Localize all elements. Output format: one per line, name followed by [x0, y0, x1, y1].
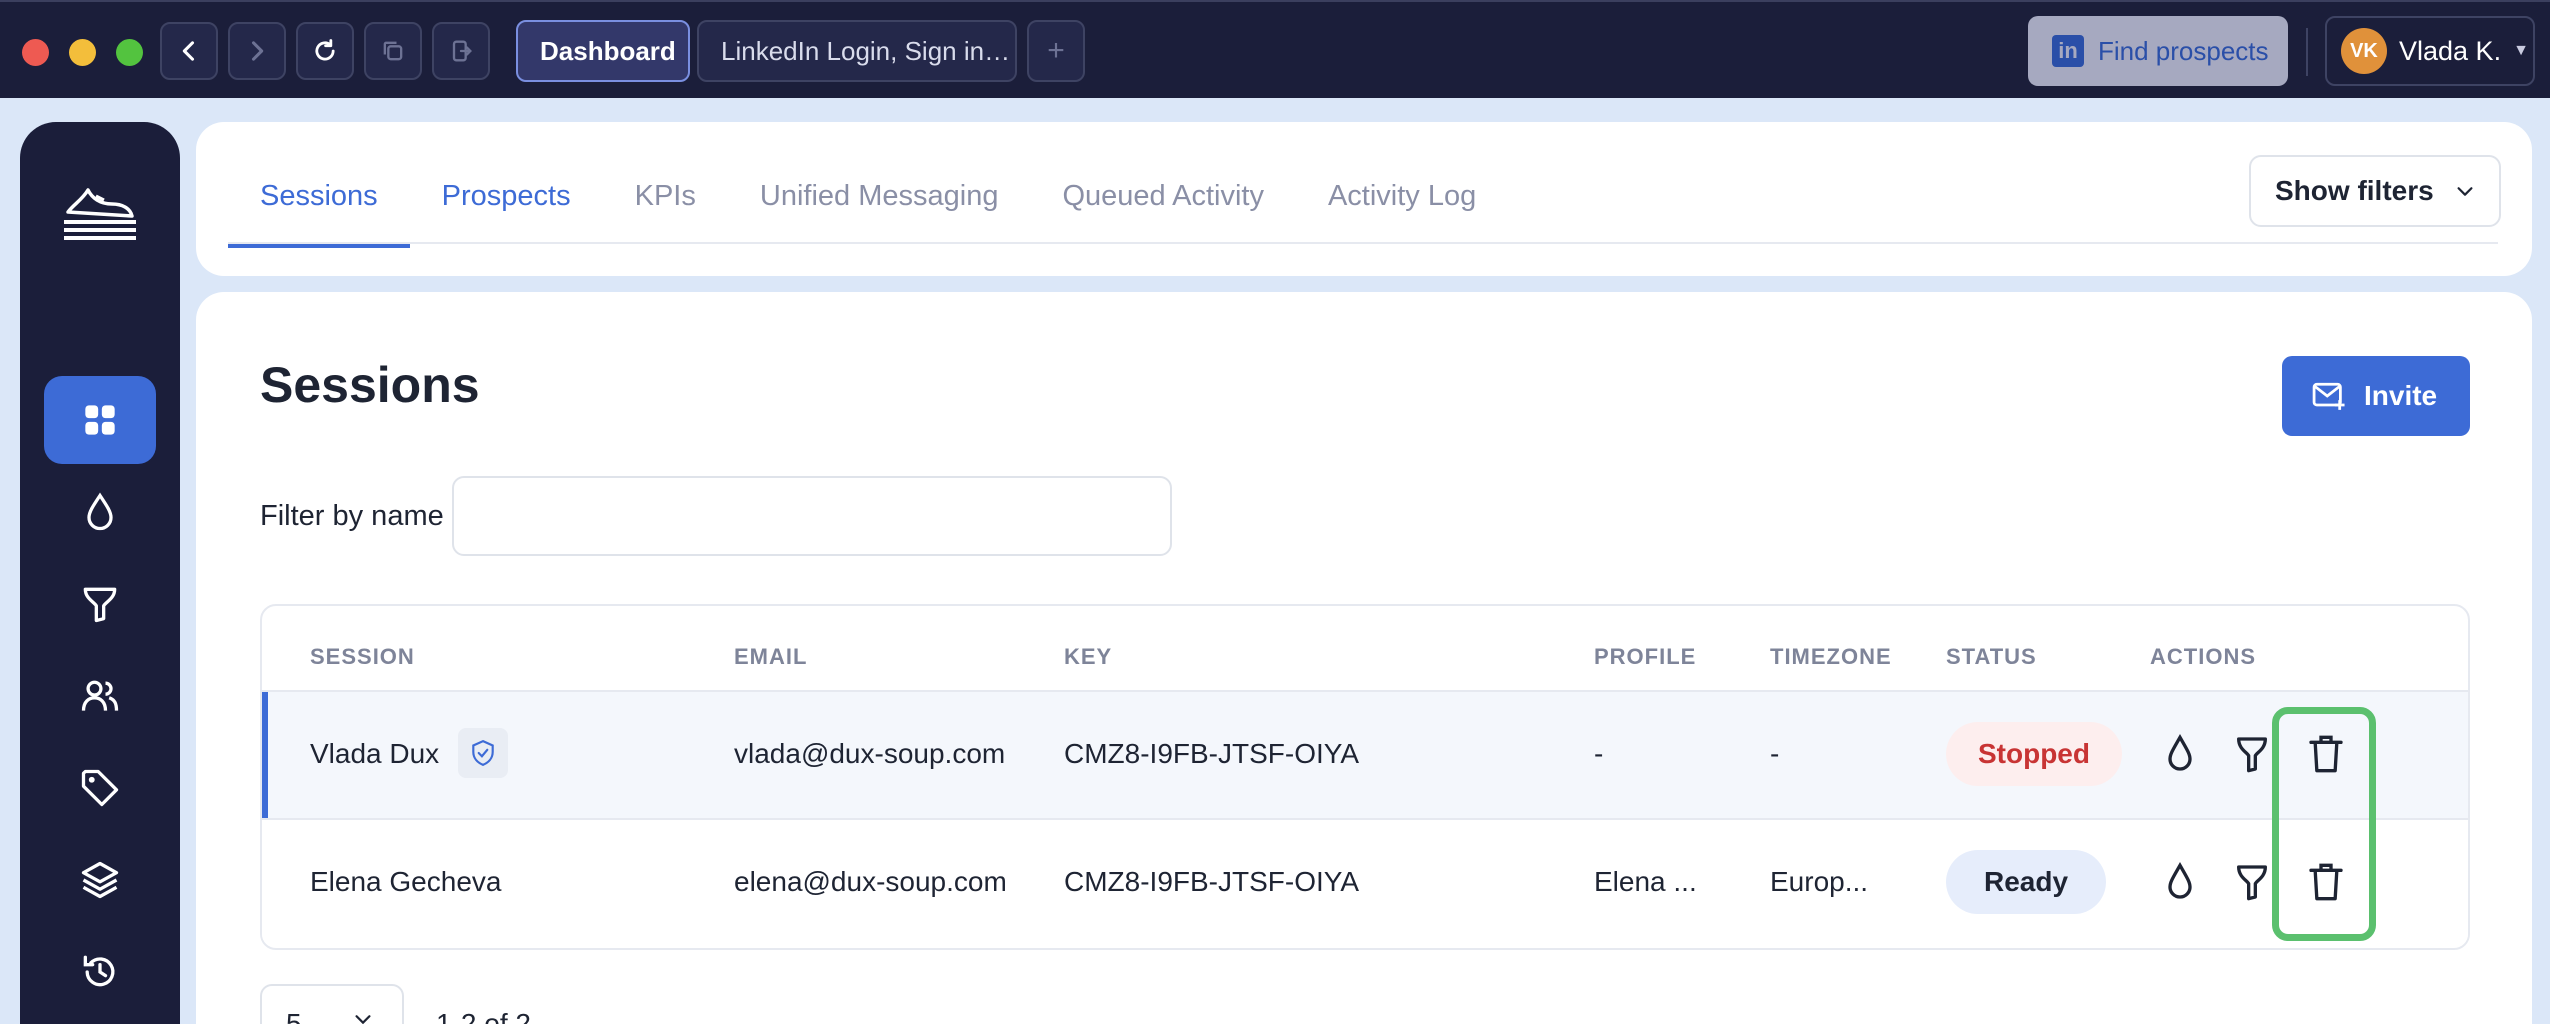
- column-header-actions: ACTIONS: [2150, 644, 2256, 669]
- sidebar-item-drip[interactable]: [44, 468, 156, 556]
- sidebar-item-tags[interactable]: [44, 744, 156, 832]
- tab-unified-messaging[interactable]: Unified Messaging: [728, 172, 1031, 248]
- column-header-session: SESSION: [310, 644, 415, 669]
- history-icon: [83, 955, 115, 987]
- sidebar-item-dashboard[interactable]: [44, 376, 156, 464]
- layers-icon: [81, 861, 119, 899]
- status-badge: Stopped: [1946, 722, 2122, 786]
- avatar: VK: [2341, 28, 2387, 74]
- window-minimize-button[interactable]: [69, 39, 96, 66]
- sidebar-item-users[interactable]: [44, 652, 156, 740]
- invite-label: Invite: [2364, 380, 2438, 411]
- plus-icon: +: [1047, 34, 1065, 67]
- funnel-button[interactable]: [2228, 730, 2276, 778]
- logo-icon: [64, 188, 136, 240]
- session-email: elena@dux-soup.com: [734, 866, 1007, 897]
- drop-icon: [2168, 861, 2192, 899]
- copy-icon: [383, 41, 403, 61]
- sidebar-item-funnel[interactable]: [44, 560, 156, 648]
- sessions-table: SESSION EMAIL KEY PROFILE TIMEZONE STATU…: [260, 604, 2470, 950]
- shield-check-icon: [458, 728, 508, 778]
- drip-campaign-button[interactable]: [2156, 730, 2204, 778]
- sidebar-item-history[interactable]: [44, 928, 156, 1016]
- find-prospects-label: Find prospects: [2098, 35, 2269, 66]
- column-header-key: KEY: [1064, 644, 1113, 669]
- session-profile: Elena ...: [1594, 866, 1697, 897]
- browser-toolbar: Dashboard LinkedIn Login, Sign in… + in …: [0, 0, 2550, 98]
- session-key: CMZ8-I9FB-JTSF-OIYA: [1064, 738, 1360, 769]
- pagination-range: 1-2 of 2: [436, 1008, 531, 1024]
- session-email: vlada@dux-soup.com: [734, 738, 1006, 769]
- show-filters-button[interactable]: Show filters: [2249, 155, 2501, 227]
- session-profile: -: [1594, 738, 1604, 769]
- sessions-card: Sessions Invite Filter by name SESSION E…: [196, 292, 2532, 1024]
- chevron-left-icon: [182, 41, 195, 61]
- window-close-button[interactable]: [22, 39, 49, 66]
- duplicate-tab-button[interactable]: [364, 22, 422, 80]
- reload-button[interactable]: [296, 22, 354, 80]
- filter-by-name-input[interactable]: [452, 476, 1172, 556]
- tab-prospects[interactable]: Prospects: [410, 172, 603, 248]
- tab-sessions[interactable]: Sessions: [228, 172, 410, 248]
- delete-actions-highlight: [2272, 707, 2376, 941]
- tab-kpis[interactable]: KPIs: [603, 172, 728, 248]
- status-badge: Ready: [1946, 850, 2106, 914]
- show-filters-label: Show filters: [2275, 175, 2434, 206]
- filter-by-name-label: Filter by name: [260, 500, 444, 532]
- session-timezone: Europ...: [1770, 866, 1869, 897]
- sidebar-item-layers[interactable]: [44, 836, 156, 924]
- page-title: Sessions: [260, 357, 480, 413]
- reload-icon: [315, 39, 335, 61]
- table-row[interactable]: Vlada Dux vlada@dux-soup.com CMZ8-I9FB-J…: [262, 690, 2468, 820]
- tab-linkedin-login[interactable]: LinkedIn Login, Sign in…: [697, 20, 1017, 82]
- page-size-select[interactable]: 5: [260, 984, 404, 1024]
- funnel-icon: [2237, 737, 2267, 773]
- section-tabs: Sessions Prospects KPIs Unified Messagin…: [228, 172, 1508, 248]
- funnel-icon: [2237, 865, 2267, 901]
- sidebar: [20, 122, 180, 1024]
- mail-plus-icon: [2312, 382, 2345, 410]
- tab-label: Dashboard: [540, 35, 676, 66]
- chevron-right-icon: [251, 41, 264, 61]
- back-button[interactable]: [160, 22, 218, 80]
- drop-icon: [87, 492, 113, 531]
- linkedin-icon: in: [2052, 35, 2084, 67]
- user-name: Vlada K.: [2399, 35, 2502, 66]
- tab-label: LinkedIn Login, Sign in…: [721, 35, 1011, 66]
- users-icon: [81, 680, 119, 711]
- find-prospects-button[interactable]: in Find prospects: [2028, 16, 2288, 86]
- dashboard-grid-icon: [85, 405, 115, 435]
- table-row[interactable]: Elena Gecheva elena@dux-soup.com CMZ8-I9…: [262, 818, 2468, 946]
- tab-dashboard[interactable]: Dashboard: [516, 20, 690, 82]
- window-maximize-button[interactable]: [116, 39, 143, 66]
- header-card: Sessions Prospects KPIs Unified Messagin…: [196, 122, 2532, 276]
- drop-icon: [2168, 733, 2192, 771]
- chevron-down-icon: [2457, 187, 2473, 196]
- column-header-profile: PROFILE: [1594, 644, 1697, 669]
- session-name: Elena Gecheva: [310, 866, 502, 897]
- page-size-value: 5: [286, 1008, 302, 1024]
- drip-campaign-button[interactable]: [2156, 858, 2204, 906]
- session-name: Vlada Dux: [310, 738, 440, 769]
- new-tab-button[interactable]: +: [1027, 20, 1085, 82]
- session-timezone: -: [1770, 738, 1780, 769]
- tab-queued-activity[interactable]: Queued Activity: [1030, 172, 1296, 248]
- invite-button[interactable]: Invite: [2282, 356, 2470, 436]
- tabs-divider: [228, 242, 2498, 244]
- tag-icon: [81, 769, 119, 807]
- session-key: CMZ8-I9FB-JTSF-OIYA: [1064, 866, 1360, 897]
- tab-activity-log[interactable]: Activity Log: [1296, 172, 1508, 248]
- column-header-status: STATUS: [1946, 644, 2037, 669]
- column-header-email: EMAIL: [734, 644, 808, 669]
- share-icon: [452, 40, 472, 62]
- chevron-down-icon: ▼: [2513, 42, 2529, 59]
- toolbar-divider: [2306, 28, 2308, 76]
- column-header-timezone: TIMEZONE: [1770, 644, 1892, 669]
- chevron-down-icon: [355, 1015, 371, 1024]
- funnel-button[interactable]: [2228, 858, 2276, 906]
- funnel-icon: [83, 587, 117, 623]
- share-button[interactable]: [432, 22, 490, 80]
- user-menu-button[interactable]: VK Vlada K. ▼: [2325, 16, 2535, 86]
- forward-button[interactable]: [228, 22, 286, 80]
